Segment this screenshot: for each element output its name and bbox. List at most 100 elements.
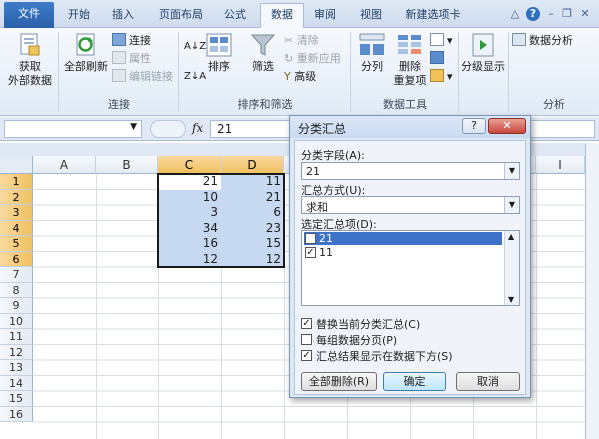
tab-page-layout[interactable]: 页面布局 <box>150 4 212 28</box>
remove-duplicates-icon <box>398 35 421 54</box>
group-field-select[interactable]: 21 ▼ <box>301 162 520 180</box>
close-workbook-icon[interactable]: ✕ <box>578 7 592 21</box>
name-box-dropdown-icon[interactable]: ▼ <box>130 122 137 132</box>
help-icon[interactable]: ? <box>526 7 540 21</box>
advanced-filter-button[interactable]: Y 高级 <box>284 68 316 85</box>
scroll-down-icon[interactable]: ▼ <box>508 295 514 304</box>
restore-icon[interactable]: ❐ <box>560 7 574 21</box>
cell-c2[interactable]: 10 <box>158 190 221 206</box>
group-field-dropdown-icon[interactable]: ▼ <box>504 163 519 179</box>
row-header-10[interactable]: 10 <box>0 313 33 329</box>
insert-function-icon[interactable]: fx <box>192 121 203 135</box>
edit-links-icon <box>112 69 126 82</box>
col-header-d[interactable]: D <box>221 156 284 174</box>
dialog-help-button[interactable]: ? <box>462 118 486 134</box>
data-validation-button[interactable]: ▾ <box>430 32 453 49</box>
what-if-icon <box>430 69 444 82</box>
row-header-2[interactable]: 2 <box>0 189 33 205</box>
get-external-data-button[interactable]: 获取 外部数据 <box>4 32 56 88</box>
reapply-button[interactable]: ↻ 重新应用 <box>284 50 341 67</box>
cell-c3[interactable]: 3 <box>158 205 221 221</box>
items-scrollbar[interactable]: ▲ ▼ <box>504 231 519 305</box>
collapse-ribbon-icon[interactable]: △ <box>508 7 522 21</box>
external-data-icon <box>20 33 40 56</box>
tab-new[interactable]: 新建选项卡 <box>398 4 468 28</box>
minimize-icon[interactable]: – <box>544 7 558 21</box>
filter-button[interactable]: 筛选 <box>246 32 280 74</box>
outline-button[interactable]: 分级显示 <box>460 32 506 74</box>
row-header-11[interactable]: 11 <box>0 329 33 345</box>
row-header-4[interactable]: 4 <box>0 220 33 236</box>
remove-all-button[interactable]: 全部删除(R) <box>301 372 377 391</box>
what-if-button[interactable]: ▾ <box>430 68 453 85</box>
properties-button[interactable]: 属性 <box>112 50 151 67</box>
col-header-b[interactable]: B <box>96 156 158 174</box>
vertical-scrollbar[interactable] <box>585 156 599 439</box>
clear-filter-label: 清除 <box>296 34 319 47</box>
replace-current-checkbox[interactable]: ✓ <box>301 318 312 329</box>
row-header-3[interactable]: 3 <box>0 205 33 221</box>
sort-ascending-button[interactable]: A↓Z <box>184 38 206 55</box>
cell-d6[interactable]: 12 <box>221 252 284 268</box>
cell-d4[interactable]: 23 <box>221 221 284 237</box>
connections-button[interactable]: 连接 <box>112 32 151 49</box>
row-header-9[interactable]: 9 <box>0 298 33 314</box>
row-header-1[interactable]: 1 <box>0 174 33 190</box>
dialog-title-bar[interactable]: 分类汇总 ? ✕ <box>290 116 530 138</box>
col-header-c[interactable]: C <box>158 156 221 174</box>
tab-view[interactable]: 视图 <box>352 4 390 28</box>
tab-review[interactable]: 审阅 <box>306 4 344 28</box>
row-header-7[interactable]: 7 <box>0 267 33 283</box>
tab-file[interactable]: 文件 <box>4 2 54 28</box>
row-header-12[interactable]: 12 <box>0 344 33 360</box>
cancel-button[interactable]: 取消 <box>456 372 520 391</box>
tab-data[interactable]: 数据 <box>260 3 304 28</box>
cell-d3[interactable]: 6 <box>221 205 284 221</box>
name-box[interactable]: ▼ <box>4 120 142 138</box>
cell-c5[interactable]: 16 <box>158 236 221 252</box>
cell-d1[interactable]: 11 <box>221 174 284 190</box>
row-header-14[interactable]: 14 <box>0 375 33 391</box>
remove-duplicates-button[interactable]: 删除 重复项 <box>392 32 428 88</box>
text-to-columns-button[interactable]: 分列 <box>354 32 390 74</box>
item-checkbox-21[interactable] <box>305 233 316 244</box>
formula-cancel-enter-control[interactable] <box>150 120 186 138</box>
edit-links-button[interactable]: 编辑链接 <box>112 68 173 85</box>
cell-c4[interactable]: 34 <box>158 221 221 237</box>
refresh-all-button[interactable]: 全部刷新 <box>62 32 110 74</box>
summary-function-dropdown-icon[interactable]: ▼ <box>504 197 519 213</box>
row-header-13[interactable]: 13 <box>0 360 33 376</box>
sort-button[interactable]: 排序 <box>204 32 234 74</box>
sort-descending-button[interactable]: Z↓A <box>184 68 206 85</box>
subtotal-items-list[interactable]: 21 ✓ 11 ▲ ▼ <box>301 230 520 306</box>
cell-d5[interactable]: 15 <box>221 236 284 252</box>
select-all-corner[interactable] <box>0 156 33 174</box>
clear-filter-button[interactable]: ✂ 清除 <box>284 32 319 49</box>
text-to-columns-label: 分列 <box>361 60 383 73</box>
properties-icon <box>112 51 126 64</box>
cell-d2[interactable]: 21 <box>221 190 284 206</box>
scroll-up-icon[interactable]: ▲ <box>508 232 514 241</box>
reapply-icon: ↻ <box>284 52 297 65</box>
ok-button[interactable]: 确定 <box>383 372 446 391</box>
row-header-8[interactable]: 8 <box>0 282 33 298</box>
summary-function-select[interactable]: 求和 ▼ <box>301 196 520 214</box>
summary-below-checkbox[interactable]: ✓ <box>301 350 312 361</box>
row-header-15[interactable]: 15 <box>0 391 33 407</box>
tab-home[interactable]: 开始 <box>60 4 98 28</box>
page-break-checkbox[interactable] <box>301 334 312 345</box>
row-header-5[interactable]: 5 <box>0 236 33 252</box>
dialog-close-button[interactable]: ✕ <box>488 118 526 134</box>
data-analysis-button[interactable]: 数据分析 <box>512 32 573 49</box>
col-header-i[interactable]: I <box>536 156 585 174</box>
cell-c1[interactable]: 21 <box>158 174 221 190</box>
consolidate-button[interactable] <box>430 50 447 67</box>
scroll-up-arrow-icon[interactable] <box>585 143 599 156</box>
col-header-a[interactable]: A <box>33 156 96 174</box>
row-header-6[interactable]: 6 <box>0 251 33 267</box>
tab-insert[interactable]: 插入 <box>104 4 142 28</box>
cell-c6[interactable]: 12 <box>158 252 221 268</box>
tab-formulas[interactable]: 公式 <box>216 4 254 28</box>
row-header-16[interactable]: 16 <box>0 406 33 422</box>
item-checkbox-11[interactable]: ✓ <box>305 247 316 258</box>
